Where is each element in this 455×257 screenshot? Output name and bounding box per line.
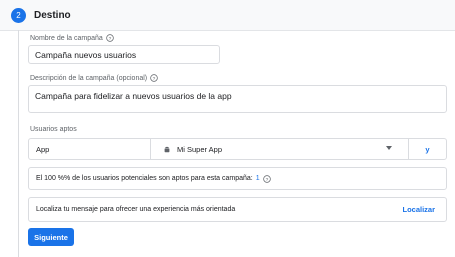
step-number-badge: 2	[11, 7, 26, 23]
campaign-description-label: Descripción de la campaña (opcional)	[30, 74, 148, 82]
help-icon[interactable]: ?	[150, 74, 158, 82]
step-connector-line	[18, 30, 19, 257]
campaign-description-input[interactable]: Campaña para fidelizar a nuevos usuarios…	[28, 85, 447, 113]
chevron-down-icon[interactable]	[386, 146, 392, 150]
help-icon[interactable]: ?	[106, 34, 114, 42]
eligible-users-label: Usuarios aptos	[30, 126, 77, 133]
campaign-name-label: Nombre de la campaña	[30, 34, 103, 42]
eligibility-text: El 100 %% de los usuarios potenciales so…	[36, 175, 253, 182]
help-icon[interactable]: ?	[262, 174, 271, 183]
next-button[interactable]: Siguiente	[28, 228, 74, 246]
campaign-description-value: Campaña para fidelizar a nuevos usuarios…	[35, 91, 232, 101]
svg-text:?: ?	[108, 36, 111, 42]
app-name: Mi Super App	[177, 144, 223, 154]
campaign-description-label-row: Descripción de la campaña (opcional) ?	[30, 74, 158, 82]
step-title: Destino	[34, 9, 71, 21]
localize-text: Localiza tu mensaje para ofrecer una exp…	[36, 206, 236, 213]
eligible-users-row: App Mi Super App y	[28, 138, 447, 160]
platform-selector[interactable]: App	[29, 139, 151, 159]
campaign-name-label-row: Nombre de la campaña ?	[30, 34, 114, 42]
svg-text:?: ?	[265, 176, 268, 182]
localize-panel: Localiza tu mensaje para ofrecer una exp…	[28, 197, 447, 222]
eligibility-info: El 100 %% de los usuarios potenciales so…	[28, 167, 447, 190]
campaign-editor: 2 Destino Nombre de la campaña ? Campaña…	[0, 0, 455, 257]
localize-link[interactable]: Localizar	[402, 205, 435, 214]
svg-text:?: ?	[153, 76, 156, 82]
app-dropdown[interactable]: Mi Super App	[151, 139, 409, 159]
campaign-name-value: Campaña nuevos usuarios	[35, 50, 137, 60]
campaign-name-input[interactable]: Campaña nuevos usuarios	[28, 45, 220, 64]
step-header[interactable]: 2 Destino	[0, 0, 455, 31]
android-app-icon	[164, 146, 170, 153]
eligibility-count: 1	[255, 175, 260, 182]
and-condition-button[interactable]: y	[409, 139, 446, 159]
